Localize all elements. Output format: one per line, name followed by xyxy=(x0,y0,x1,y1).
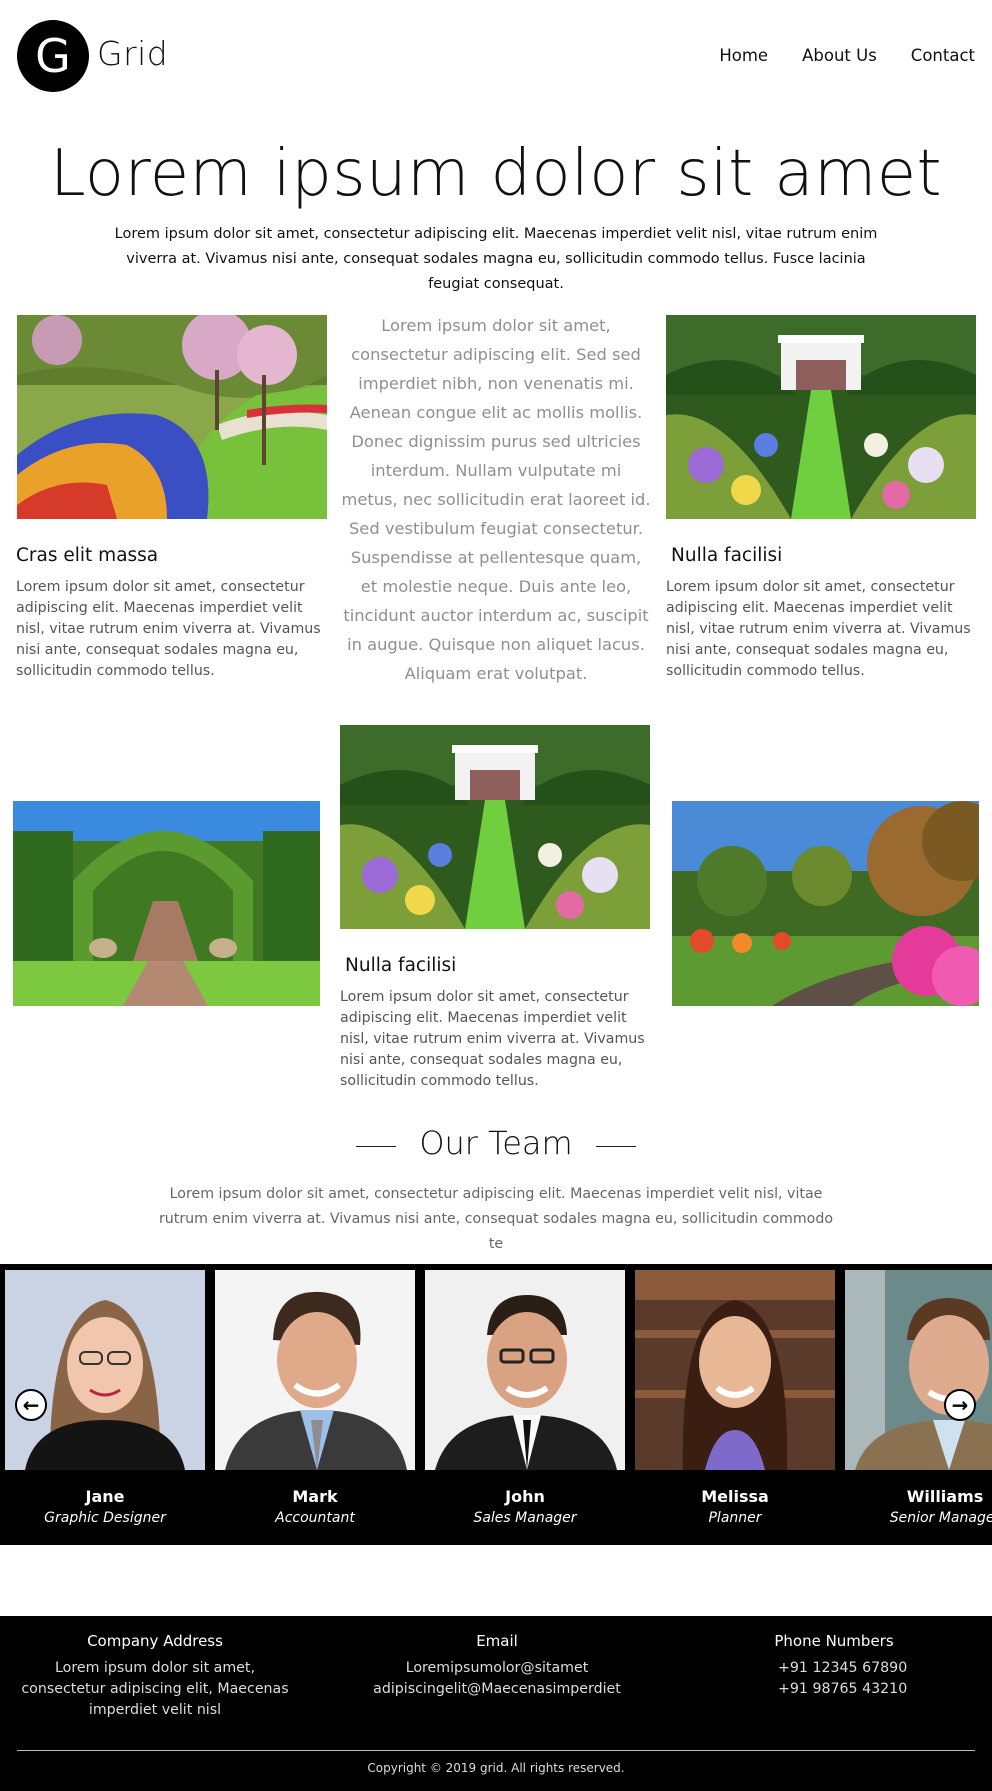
member-role: Senior Manager xyxy=(889,1510,992,1526)
avatar xyxy=(845,1270,992,1470)
member-role: Accountant xyxy=(275,1510,355,1526)
garden-arch-image xyxy=(13,801,320,1006)
park-path-image xyxy=(672,801,979,1006)
team-title-line-right xyxy=(596,1146,636,1147)
footer-email: Email Loremipsumolor@sitamet adipiscinge… xyxy=(357,1632,637,1700)
footer-address-heading: Company Address xyxy=(87,1632,223,1650)
footer-address: Company Address Lorem ipsum dolor sit am… xyxy=(17,1632,293,1721)
main-nav: Home About Us Contact xyxy=(719,46,975,65)
card-title-3: Nulla facilisi xyxy=(345,955,457,976)
card-text-3: Lorem ipsum dolor sit amet, consectetur … xyxy=(340,989,645,1089)
intro-paragraph: Lorem ipsum dolor sit amet, consectetur … xyxy=(341,316,651,683)
avatar xyxy=(5,1270,205,1470)
copyright: Copyright © 2019 grid. All rights reserv… xyxy=(367,1761,625,1775)
avatar xyxy=(635,1270,835,1470)
member-name: Melissa xyxy=(701,1487,769,1506)
card-title-1: Cras elit massa xyxy=(16,545,159,566)
member-name: Mark xyxy=(292,1487,338,1506)
hero-title: Lorem ipsum dolor sit amet xyxy=(49,137,943,211)
team-member[interactable]: Mark Accountant xyxy=(215,1270,415,1526)
team-title: Our Team xyxy=(419,1124,573,1162)
avatar xyxy=(215,1270,415,1470)
team-member[interactable]: Melissa Planner xyxy=(635,1270,835,1526)
footer: Company Address Lorem ipsum dolor sit am… xyxy=(0,1616,992,1791)
team-member[interactable]: John Sales Manager xyxy=(425,1270,625,1526)
card-text-1: Lorem ipsum dolor sit amet, consectetur … xyxy=(16,579,321,679)
team-subtitle: Lorem ipsum dolor sit amet, consectetur … xyxy=(158,1186,834,1252)
team-carousel[interactable]: Jane Graphic Designer Mark Accountant Jo… xyxy=(0,1264,992,1545)
tulip-garden-image xyxy=(17,315,327,519)
member-name: Jane xyxy=(85,1487,125,1506)
logo-letter: G xyxy=(35,29,71,83)
footer-divider xyxy=(17,1750,975,1751)
avatar xyxy=(425,1270,625,1470)
footer-email-heading: Email xyxy=(476,1632,518,1650)
arrow-left-circle-icon[interactable]: ← xyxy=(15,1389,47,1421)
nav-contact[interactable]: Contact xyxy=(911,46,975,65)
footer-phone: Phone Numbers +91 12345 67890 +91 98765 … xyxy=(760,1632,908,1700)
garden-pavilion-image-2 xyxy=(340,725,650,929)
card-text-2: Lorem ipsum dolor sit amet, consectetur … xyxy=(666,579,971,679)
hero-subtitle: Lorem ipsum dolor sit amet, consectetur … xyxy=(114,226,878,292)
card-title-2: Nulla facilisi xyxy=(671,545,783,566)
footer-phone-heading: Phone Numbers xyxy=(774,1632,894,1650)
member-name: John xyxy=(505,1487,545,1506)
logo[interactable]: G xyxy=(17,20,89,92)
brand-name[interactable]: Grid xyxy=(97,34,168,73)
member-role: Sales Manager xyxy=(473,1510,577,1526)
nav-about-us[interactable]: About Us xyxy=(802,46,877,65)
member-name: Williams xyxy=(906,1487,984,1506)
footer-email-line-1[interactable]: Loremipsumolor@sitamet xyxy=(357,1658,637,1679)
footer-phone-line-1[interactable]: +91 12345 67890 xyxy=(760,1658,908,1679)
footer-address-text: Lorem ipsum dolor sit amet, consectetur … xyxy=(21,1660,289,1718)
member-role: Planner xyxy=(708,1510,762,1526)
footer-email-line-2[interactable]: adipiscingelit@Maecenasimperdiet xyxy=(357,1679,637,1700)
member-role: Graphic Designer xyxy=(44,1510,166,1526)
nav-home[interactable]: Home xyxy=(719,46,768,65)
arrow-right-circle-icon[interactable]: → xyxy=(944,1389,976,1421)
garden-pavilion-image xyxy=(666,315,976,519)
footer-phone-line-2[interactable]: +91 98765 43210 xyxy=(760,1679,908,1700)
